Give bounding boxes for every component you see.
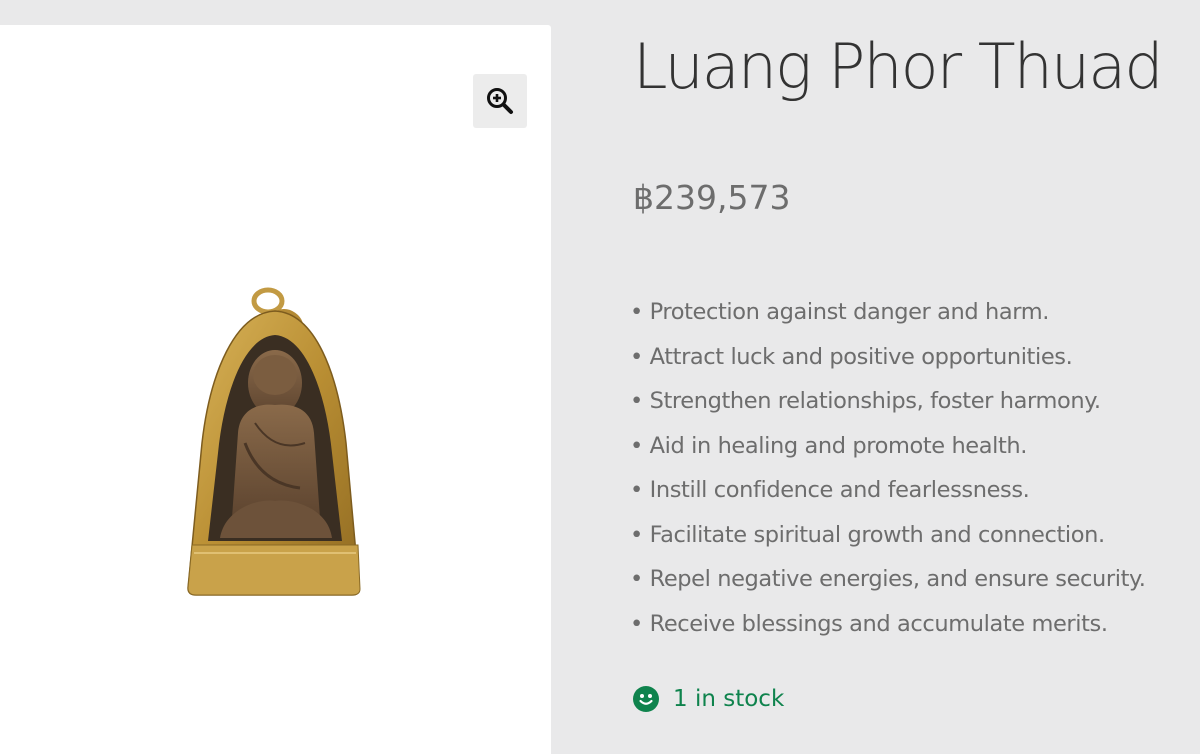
stock-status: 1 in stock: [633, 686, 784, 712]
product-price: ฿239,573: [633, 178, 791, 217]
benefits-list: • Protection against danger and harm. • …: [630, 290, 1146, 646]
list-item: • Protection against danger and harm.: [630, 299, 1049, 325]
smile-icon: [633, 686, 659, 712]
list-item: • Instill confidence and fearlessness.: [630, 477, 1030, 503]
list-item: • Attract luck and positive opportunitie…: [630, 343, 1073, 370]
product-title: Luang Phor Thuad: [633, 30, 1164, 103]
product-page: Luang Phor Thuad ฿239,573 • Protection a…: [0, 0, 1200, 754]
list-item: • Aid in healing and promote health.: [630, 432, 1028, 459]
product-gallery: [0, 25, 551, 754]
stock-text: 1 in stock: [673, 686, 785, 712]
list-item: • Facilitate spiritual growth and connec…: [630, 521, 1105, 548]
list-item: • Strengthen relationships, foster harmo…: [630, 388, 1101, 414]
list-item: • Repel negative energies, and ensure se…: [630, 566, 1146, 592]
list-item: • Receive blessings and accumulate merit…: [630, 610, 1108, 637]
zoom-in-icon: [487, 88, 513, 114]
zoom-button[interactable]: [473, 74, 527, 128]
amulet-image[interactable]: [180, 283, 370, 603]
